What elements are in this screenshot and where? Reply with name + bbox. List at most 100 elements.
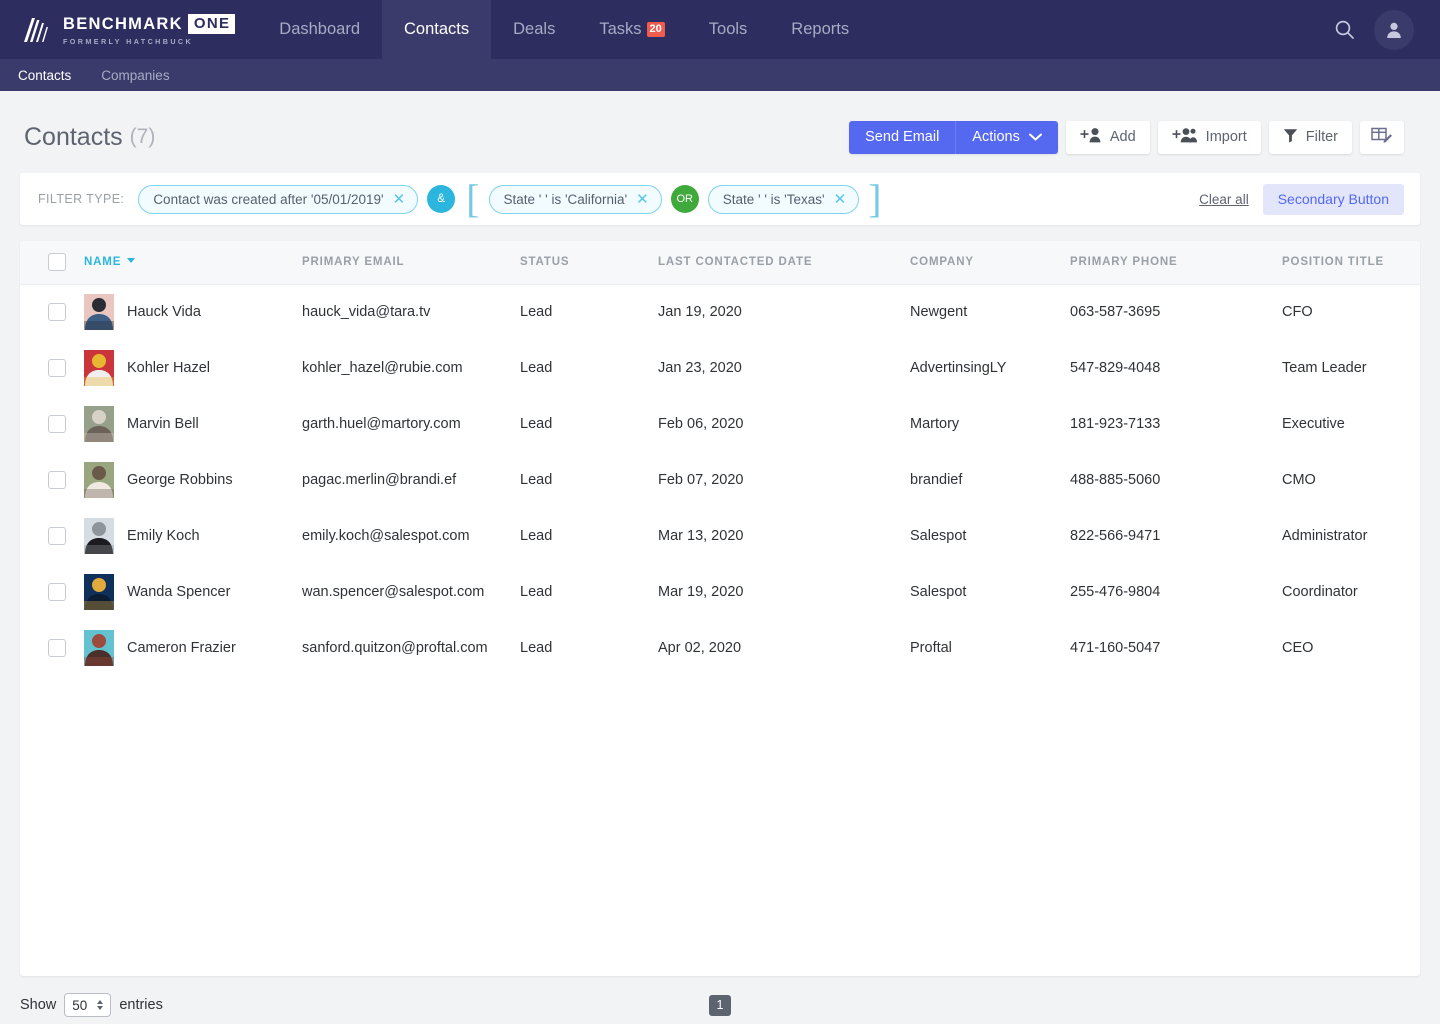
contact-last-contacted-cell: Feb 07, 2020 <box>658 452 910 508</box>
contact-phone-cell: 488-885-5060 <box>1070 452 1282 508</box>
nav-item-dashboard[interactable]: Dashboard <box>257 0 382 59</box>
contact-name: Emily Koch <box>127 528 200 544</box>
main-nav-items: Dashboard Contacts Deals Tasks 20 Tools … <box>257 0 871 59</box>
brand-logo[interactable]: BENCHMARK ONE FORMERLY HATCHBUCK <box>0 0 257 59</box>
select-all-checkbox[interactable] <box>48 253 66 271</box>
row-select-cell <box>20 340 84 396</box>
nav-item-contacts[interactable]: Contacts <box>382 0 491 59</box>
edit-columns-button[interactable] <box>1360 121 1404 154</box>
table-row[interactable]: Wanda Spencer wan.spencer@salespot.com L… <box>20 564 1420 620</box>
add-people-icon <box>1172 127 1198 147</box>
close-icon[interactable]: ✕ <box>834 192 847 207</box>
contact-company-cell: AdvertinsingLY <box>910 340 1070 396</box>
contact-phone-cell: 063-587-3695 <box>1070 284 1282 340</box>
contact-email-cell: pagac.merlin@brandi.ef <box>302 452 520 508</box>
nav-item-label: Dashboard <box>279 20 360 39</box>
contact-company-cell: Newgent <box>910 284 1070 340</box>
brand-tagline: FORMERLY HATCHBUCK <box>63 38 235 45</box>
contact-name-cell: Emily Koch <box>84 508 302 564</box>
contact-name-cell: George Robbins <box>84 452 302 508</box>
row-checkbox[interactable] <box>48 639 66 657</box>
secondary-button[interactable]: Secondary Button <box>1263 184 1404 215</box>
contact-position-cell: Administrator <box>1282 508 1420 564</box>
close-icon[interactable]: ✕ <box>636 192 649 207</box>
row-select-cell <box>20 564 84 620</box>
operator-and-badge[interactable]: & <box>427 185 455 213</box>
contact-name-cell: Hauck Vida <box>84 284 302 340</box>
row-checkbox[interactable] <box>48 527 66 545</box>
filter-chip-state-california[interactable]: State ' ' is 'California' ✕ <box>489 185 662 214</box>
show-entries-control: Show 50 entries <box>20 993 163 1017</box>
subnav-item-companies[interactable]: Companies <box>101 68 169 83</box>
avatar <box>84 630 114 666</box>
table-row[interactable]: George Robbins pagac.merlin@brandi.ef Le… <box>20 452 1420 508</box>
table-row[interactable]: Hauck Vida hauck_vida@tara.tv Lead Jan 1… <box>20 284 1420 340</box>
filter-chip-created-after[interactable]: Contact was created after '05/01/2019' ✕ <box>138 185 418 214</box>
row-checkbox[interactable] <box>48 359 66 377</box>
nav-item-reports[interactable]: Reports <box>769 0 871 59</box>
email-actions-button-group: Send Email Actions <box>849 121 1058 154</box>
contacts-table-card: NAME PRIMARY EMAIL STATUS LAST CONTACTED… <box>20 241 1420 976</box>
contact-company-cell: brandief <box>910 452 1070 508</box>
nav-item-deals[interactable]: Deals <box>491 0 577 59</box>
filter-label: Filter <box>1306 129 1338 145</box>
search-icon[interactable] <box>1324 10 1364 50</box>
clear-all-link[interactable]: Clear all <box>1199 192 1249 207</box>
table-row[interactable]: Emily Koch emily.koch@salespot.com Lead … <box>20 508 1420 564</box>
filter-button[interactable]: Filter <box>1269 121 1352 154</box>
operator-or-badge[interactable]: OR <box>671 185 699 213</box>
row-checkbox[interactable] <box>48 471 66 489</box>
row-checkbox[interactable] <box>48 303 66 321</box>
column-header-primary-phone[interactable]: PRIMARY PHONE <box>1070 241 1282 284</box>
contact-position-cell: CFO <box>1282 284 1420 340</box>
table-row[interactable]: Cameron Frazier sanford.quitzon@proftal.… <box>20 620 1420 676</box>
filter-chip-label: State ' ' is 'Texas' <box>723 192 825 207</box>
contact-last-contacted-cell: Mar 13, 2020 <box>658 508 910 564</box>
avatar <box>84 294 114 330</box>
row-checkbox[interactable] <box>48 583 66 601</box>
contact-status-cell: Lead <box>520 340 658 396</box>
subnav-item-contacts[interactable]: Contacts <box>18 68 71 83</box>
chevron-down-icon <box>1029 129 1042 145</box>
contact-position-cell: CMO <box>1282 452 1420 508</box>
close-icon[interactable]: ✕ <box>393 192 406 207</box>
column-header-name[interactable]: NAME <box>84 241 302 284</box>
actions-dropdown-button[interactable]: Actions <box>955 121 1058 154</box>
column-header-primary-email[interactable]: PRIMARY EMAIL <box>302 241 520 284</box>
row-checkbox[interactable] <box>48 415 66 433</box>
funnel-icon <box>1283 128 1298 147</box>
column-header-last-contacted-date[interactable]: LAST CONTACTED DATE <box>658 241 910 284</box>
contact-last-contacted-cell: Jan 19, 2020 <box>658 284 910 340</box>
table-row[interactable]: Marvin Bell garth.huel@martory.com Lead … <box>20 396 1420 452</box>
send-email-button[interactable]: Send Email <box>849 121 955 154</box>
user-avatar-icon[interactable] <box>1374 10 1414 50</box>
contact-position-cell: Team Leader <box>1282 340 1420 396</box>
add-person-icon <box>1080 127 1102 147</box>
table-footer: Show 50 entries 1 <box>0 976 1440 1022</box>
entries-per-page-select[interactable]: 50 <box>64 993 111 1017</box>
contact-name: Wanda Spencer <box>127 584 230 600</box>
nav-item-tools[interactable]: Tools <box>687 0 770 59</box>
column-header-company[interactable]: COMPANY <box>910 241 1070 284</box>
filter-chip-label: Contact was created after '05/01/2019' <box>153 192 383 207</box>
table-body: Hauck Vida hauck_vida@tara.tv Lead Jan 1… <box>20 284 1420 676</box>
contact-last-contacted-cell: Feb 06, 2020 <box>658 396 910 452</box>
column-header-status[interactable]: STATUS <box>520 241 658 284</box>
page-number-1[interactable]: 1 <box>709 995 731 1016</box>
contact-name: Marvin Bell <box>127 416 199 432</box>
nav-item-tasks[interactable]: Tasks 20 <box>577 0 686 59</box>
nav-item-label: Tools <box>709 20 748 39</box>
contact-position-cell: Coordinator <box>1282 564 1420 620</box>
contact-last-contacted-cell: Apr 02, 2020 <box>658 620 910 676</box>
contact-company-cell: Salespot <box>910 508 1070 564</box>
filter-chip-state-texas[interactable]: State ' ' is 'Texas' ✕ <box>708 185 859 214</box>
import-contacts-button[interactable]: Import <box>1158 121 1261 154</box>
top-navigation-bar: BENCHMARK ONE FORMERLY HATCHBUCK Dashboa… <box>0 0 1440 59</box>
table-row[interactable]: Kohler Hazel kohler_hazel@rubie.com Lead… <box>20 340 1420 396</box>
add-label: Add <box>1110 129 1136 145</box>
pagination: 1 <box>709 995 731 1016</box>
add-contact-button[interactable]: Add <box>1066 121 1150 154</box>
contact-name-cell: Kohler Hazel <box>84 340 302 396</box>
import-label: Import <box>1206 129 1247 145</box>
column-header-position-title[interactable]: POSITION TITLE <box>1282 241 1420 284</box>
